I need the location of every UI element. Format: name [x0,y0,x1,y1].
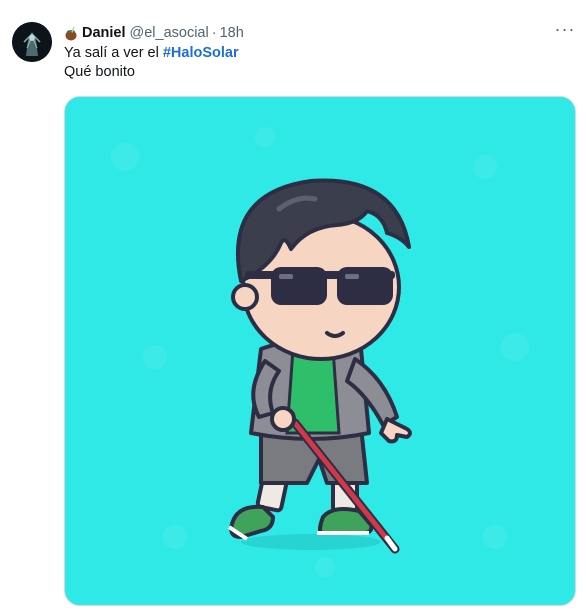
cartoon-boy-sunglasses-cane-image [65,97,575,605]
tweet: Daniel @el_asocial · 18h ··· Ya salí a v… [0,0,586,614]
separator-dot: · [211,25,217,41]
tweet-text: Ya salí a ver el #HaloSolar Qué bonito [64,44,239,82]
tweet-header: Daniel @el_asocial · 18h [64,24,244,42]
hashtag-link[interactable]: #HaloSolar [163,45,239,61]
more-options-icon[interactable]: ··· [552,20,578,42]
mate-gourd-icon [64,25,79,41]
tweet-text-prefix: Ya salí a ver el [64,45,163,61]
author-handle[interactable]: @el_asocial [130,24,209,42]
avatar-image [12,22,52,62]
tweet-time[interactable]: 18h [220,24,244,42]
tweet-text-line-1: Ya salí a ver el #HaloSolar [64,44,239,63]
avatar[interactable] [12,22,52,62]
author-name[interactable]: Daniel [82,24,126,42]
tweet-media-image[interactable] [64,96,576,606]
tweet-text-line-2: Qué bonito [64,64,135,80]
